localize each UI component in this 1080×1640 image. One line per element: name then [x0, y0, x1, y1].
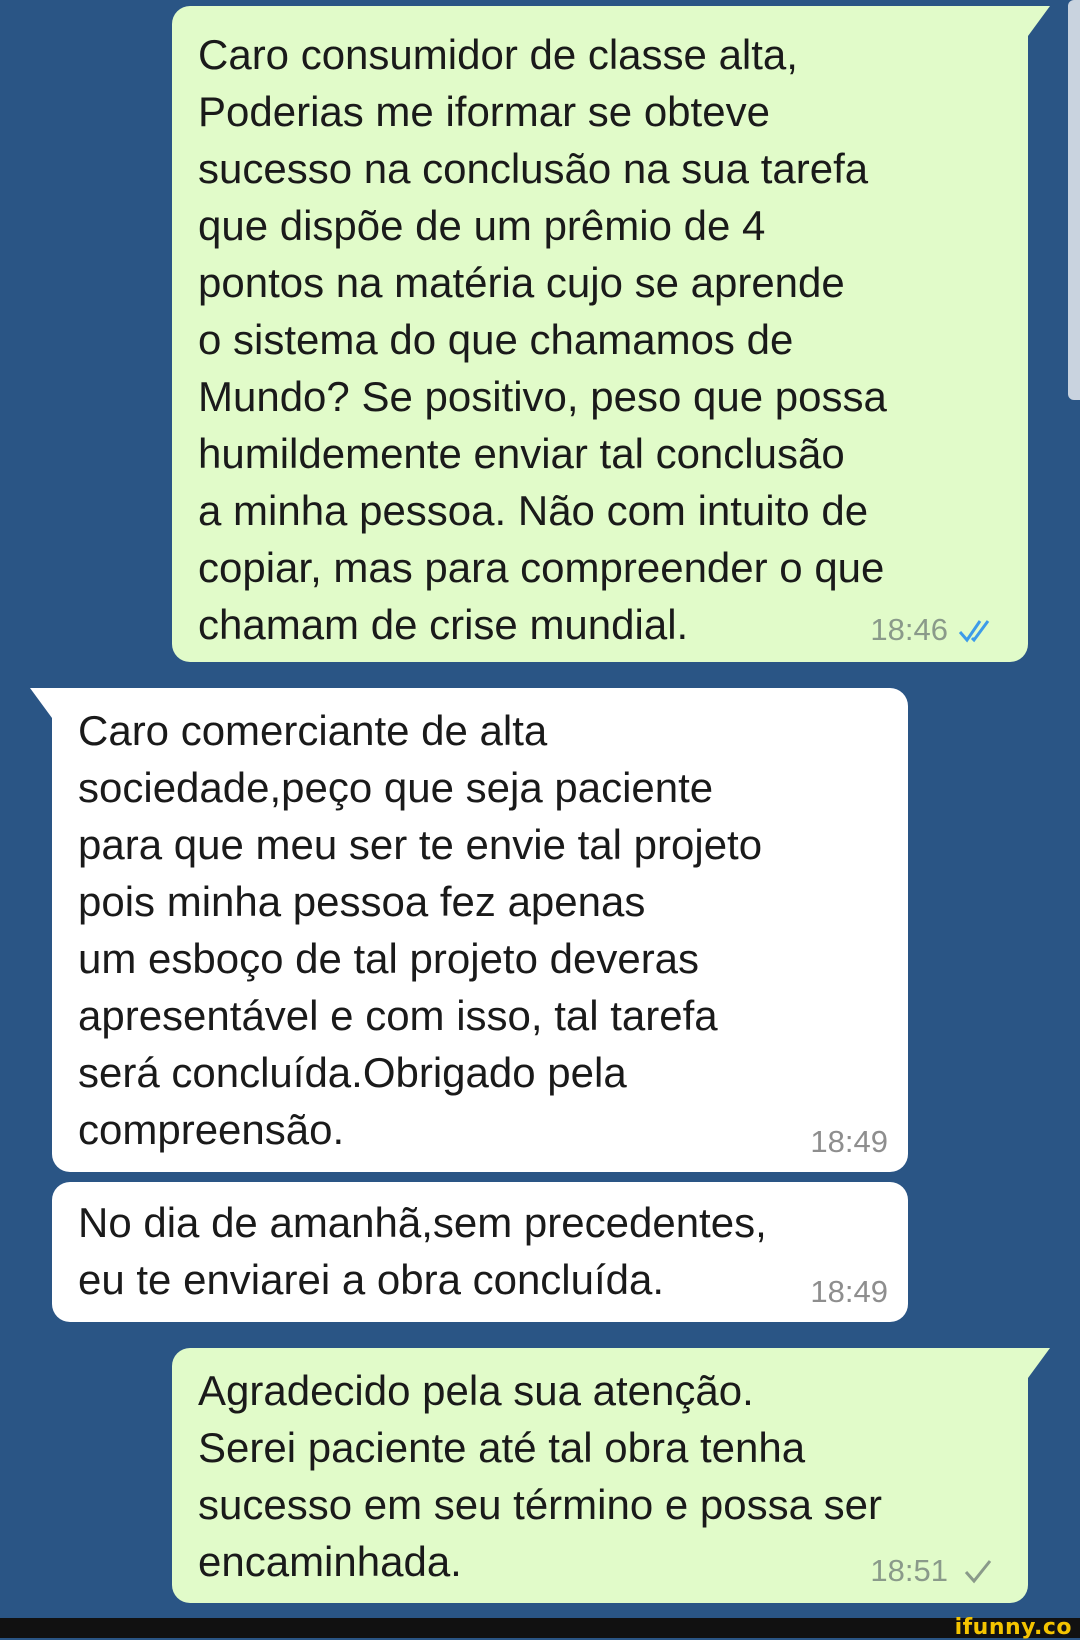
message-text: No dia de amanhã,sem precedentes, eu te …: [78, 1199, 767, 1303]
message-time: 18:46: [870, 612, 948, 647]
message-bubble-incoming[interactable]: Caro comerciante de alta sociedade,peço …: [30, 688, 908, 1172]
message-time: 18:51: [870, 1553, 948, 1588]
watermark-bar: [0, 1618, 1080, 1638]
double-check-read-icon: [958, 620, 990, 643]
message-time: 18:49: [810, 1274, 888, 1309]
message-bubble-outgoing[interactable]: Agradecido pela sua atenção. Serei pacie…: [172, 1348, 1050, 1603]
message-meta: 18:46: [870, 612, 998, 648]
message-meta: 18:49: [810, 1274, 888, 1310]
bubble-tail: [1028, 1348, 1050, 1378]
message-text: Caro comerciante de alta sociedade,peço …: [78, 707, 763, 1153]
message-meta: 18:49: [810, 1124, 888, 1160]
message-bubble-incoming[interactable]: No dia de amanhã,sem precedentes, eu te …: [52, 1182, 908, 1322]
message-meta: 18:51: [870, 1553, 998, 1589]
message-text: Caro consumidor de classe alta, Poderias…: [198, 31, 887, 648]
ifunny-watermark: ifunny.co: [954, 1615, 1072, 1640]
single-check-sent-icon: [964, 1560, 992, 1584]
scrollbar[interactable]: [1068, 0, 1080, 400]
bubble-tail: [30, 688, 52, 718]
message-time: 18:49: [810, 1124, 888, 1159]
message-bubble-outgoing[interactable]: Caro consumidor de classe alta, Poderias…: [172, 6, 1050, 662]
bubble-tail: [1028, 6, 1050, 36]
